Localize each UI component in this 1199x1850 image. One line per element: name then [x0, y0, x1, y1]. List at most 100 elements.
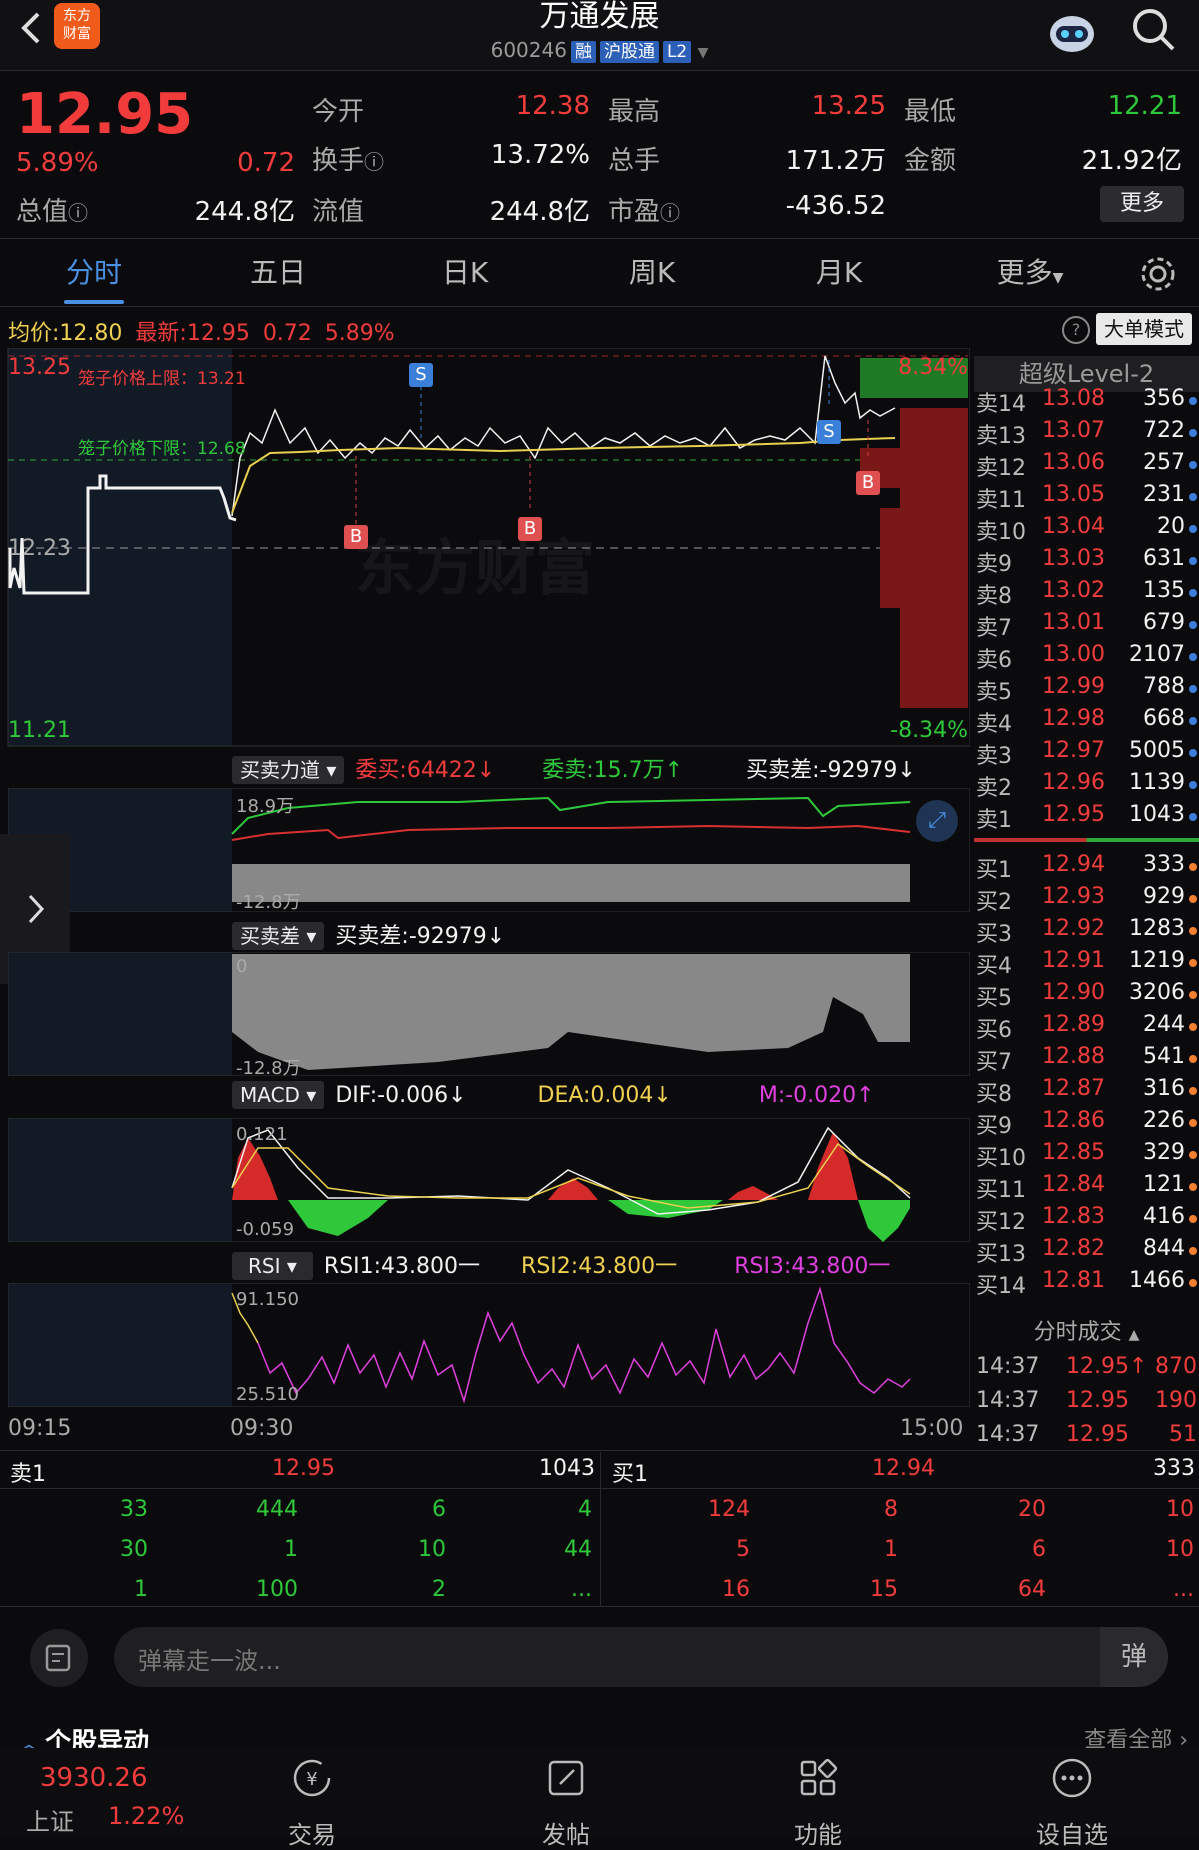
- info-icon[interactable]: ⓘ: [660, 201, 680, 225]
- tab-intraday[interactable]: 分时: [34, 240, 154, 306]
- level-dot-icon: [1189, 1151, 1197, 1159]
- time-axis-open: 09:30: [230, 1416, 294, 1441]
- bid-row[interactable]: 买13 12.82 844: [974, 1236, 1199, 1268]
- tab-weekly-k[interactable]: 周K: [592, 240, 712, 306]
- buy-marker[interactable]: B: [856, 471, 880, 495]
- level-label: 卖1: [976, 808, 1012, 833]
- bid-row[interactable]: 买9 12.86 226: [974, 1108, 1199, 1140]
- ask-row[interactable]: 卖10 13.04 20: [974, 514, 1199, 546]
- tab-more[interactable]: 更多▼: [970, 240, 1090, 306]
- queue-sell-price: 12.95: [272, 1456, 335, 1481]
- ask-row[interactable]: 卖11 13.05 231: [974, 482, 1199, 514]
- trade-icon[interactable]: ¥: [290, 1756, 334, 1800]
- help-icon[interactable]: ?: [1062, 316, 1090, 344]
- value-high: 13.25: [811, 91, 886, 121]
- gear-icon[interactable]: [1138, 254, 1178, 294]
- level-dot-icon: [1189, 1247, 1197, 1255]
- label-amount: 金额: [904, 146, 957, 176]
- stock-code-row[interactable]: 600246 融沪股通 L2 ▼: [0, 38, 1199, 63]
- level-price: 13.06: [1042, 450, 1105, 475]
- section-header[interactable]: ︿ 个股异动 查看全部 ›: [18, 1722, 1188, 1748]
- section-more-link[interactable]: 查看全部 ›: [1084, 1722, 1188, 1748]
- big-order-mode-button[interactable]: 大单模式: [1096, 313, 1192, 345]
- sell-marker[interactable]: S: [817, 420, 841, 444]
- rsi-chart[interactable]: [7, 1282, 971, 1408]
- force-axis-bottom: -12.8万: [236, 892, 301, 913]
- queue-buy-vol: 333: [1153, 1456, 1195, 1481]
- indicator-select-rsi[interactable]: RSI ▾: [232, 1252, 313, 1280]
- ask-row[interactable]: 卖8 13.02 135: [974, 578, 1199, 610]
- ask-row[interactable]: 卖7 13.01 679: [974, 610, 1199, 642]
- force-chart[interactable]: [7, 787, 971, 913]
- bid-row[interactable]: 买7 12.88 541: [974, 1044, 1199, 1076]
- indicator-select-diff[interactable]: 买卖差 ▾: [232, 922, 325, 950]
- tab-daily-k[interactable]: 日K: [405, 240, 525, 306]
- nav-post[interactable]: 发帖: [506, 1815, 626, 1850]
- tab-five-day[interactable]: 五日: [218, 240, 338, 306]
- level-price: 12.99: [1042, 674, 1105, 699]
- bid-row[interactable]: 买6 12.89 244: [974, 1012, 1199, 1044]
- bid-row[interactable]: 买2 12.93 929: [974, 884, 1199, 916]
- post-icon[interactable]: [544, 1756, 588, 1800]
- nav-functions[interactable]: 功能: [758, 1815, 878, 1850]
- queue-cell: 100: [256, 1577, 298, 1602]
- danmu-settings-icon[interactable]: [30, 1629, 88, 1687]
- functions-icon[interactable]: [796, 1756, 840, 1800]
- queue-cell: 124: [708, 1497, 750, 1522]
- pct-axis-top: 8.34%: [898, 355, 968, 380]
- book-divider: [974, 838, 1199, 842]
- buy-marker[interactable]: B: [344, 525, 368, 549]
- bid-row[interactable]: 买10 12.85 329: [974, 1140, 1199, 1172]
- queue-cell: 44: [564, 1537, 592, 1562]
- ask-row[interactable]: 卖4 12.98 668: [974, 706, 1199, 738]
- more-quote-button[interactable]: 更多: [1100, 186, 1184, 222]
- level-dot-icon: [1189, 1279, 1197, 1287]
- indicator-select-force[interactable]: 买卖力道 ▾: [232, 756, 345, 784]
- price-axis-top: 13.25: [8, 355, 71, 380]
- index-value[interactable]: 3930.26: [40, 1763, 148, 1793]
- ask-row[interactable]: 卖1 12.95 1043: [974, 802, 1199, 834]
- tag-level2: L2: [662, 41, 692, 63]
- ask-row[interactable]: 卖6 13.00 2107: [974, 642, 1199, 674]
- bid-row[interactable]: 买11 12.84 121: [974, 1172, 1199, 1204]
- diff-chart[interactable]: [7, 951, 971, 1077]
- buy-marker[interactable]: B: [518, 517, 542, 541]
- robot-assistant-icon[interactable]: [1044, 4, 1100, 60]
- tab-monthly-k[interactable]: 月K: [779, 240, 899, 306]
- more-dots-icon[interactable]: [1050, 1756, 1094, 1800]
- value-float-cap: 244.8亿: [489, 197, 590, 227]
- sell-marker[interactable]: S: [409, 363, 433, 387]
- ask-row[interactable]: 卖3 12.97 5005: [974, 738, 1199, 770]
- indicator-select-macd[interactable]: MACD ▾: [232, 1081, 325, 1109]
- bid-row[interactable]: 买1 12.94 333: [974, 852, 1199, 884]
- ask-row[interactable]: 卖9 13.03 631: [974, 546, 1199, 578]
- level-price: 12.88: [1042, 1044, 1105, 1069]
- danmu-toggle-button[interactable]: 弹: [1100, 1627, 1168, 1687]
- queue-cell: 10: [1166, 1497, 1194, 1522]
- bid-row[interactable]: 买3 12.92 1283: [974, 916, 1199, 948]
- ask-row[interactable]: 卖5 12.99 788: [974, 674, 1199, 706]
- level-price: 12.87: [1042, 1076, 1105, 1101]
- bid-row[interactable]: 买5 12.90 3206: [974, 980, 1199, 1012]
- ask-row[interactable]: 卖12 13.06 257: [974, 450, 1199, 482]
- ask-row[interactable]: 卖2 12.96 1139: [974, 770, 1199, 802]
- ask-row[interactable]: 卖14 13.08 356: [974, 386, 1199, 418]
- bid-row[interactable]: 买14 12.81 1466: [974, 1268, 1199, 1300]
- index-percent[interactable]: 1.22%: [108, 1802, 184, 1830]
- info-icon[interactable]: ⓘ: [364, 150, 384, 174]
- search-icon[interactable]: [1130, 6, 1178, 54]
- info-icon[interactable]: ⓘ: [68, 201, 88, 225]
- nav-add-watchlist[interactable]: 设自选: [1012, 1815, 1132, 1850]
- macd-chart[interactable]: [7, 1117, 971, 1243]
- expand-icon[interactable]: ⤢: [916, 800, 958, 842]
- ticks-title[interactable]: 分时成交 ▲: [974, 1314, 1199, 1346]
- ask-row[interactable]: 卖13 13.07 722: [974, 418, 1199, 450]
- nav-trade[interactable]: 交易: [252, 1815, 372, 1850]
- bid-row[interactable]: 买4 12.91 1219: [974, 948, 1199, 980]
- level-price: 13.04: [1042, 514, 1105, 539]
- index-name[interactable]: 上证: [26, 1802, 74, 1837]
- bid-row[interactable]: 买8 12.87 316: [974, 1076, 1199, 1108]
- danmu-input[interactable]: 弹幕走一波... 弹: [114, 1627, 1168, 1687]
- queue-cell: 6: [1032, 1537, 1046, 1562]
- bid-row[interactable]: 买12 12.83 416: [974, 1204, 1199, 1236]
